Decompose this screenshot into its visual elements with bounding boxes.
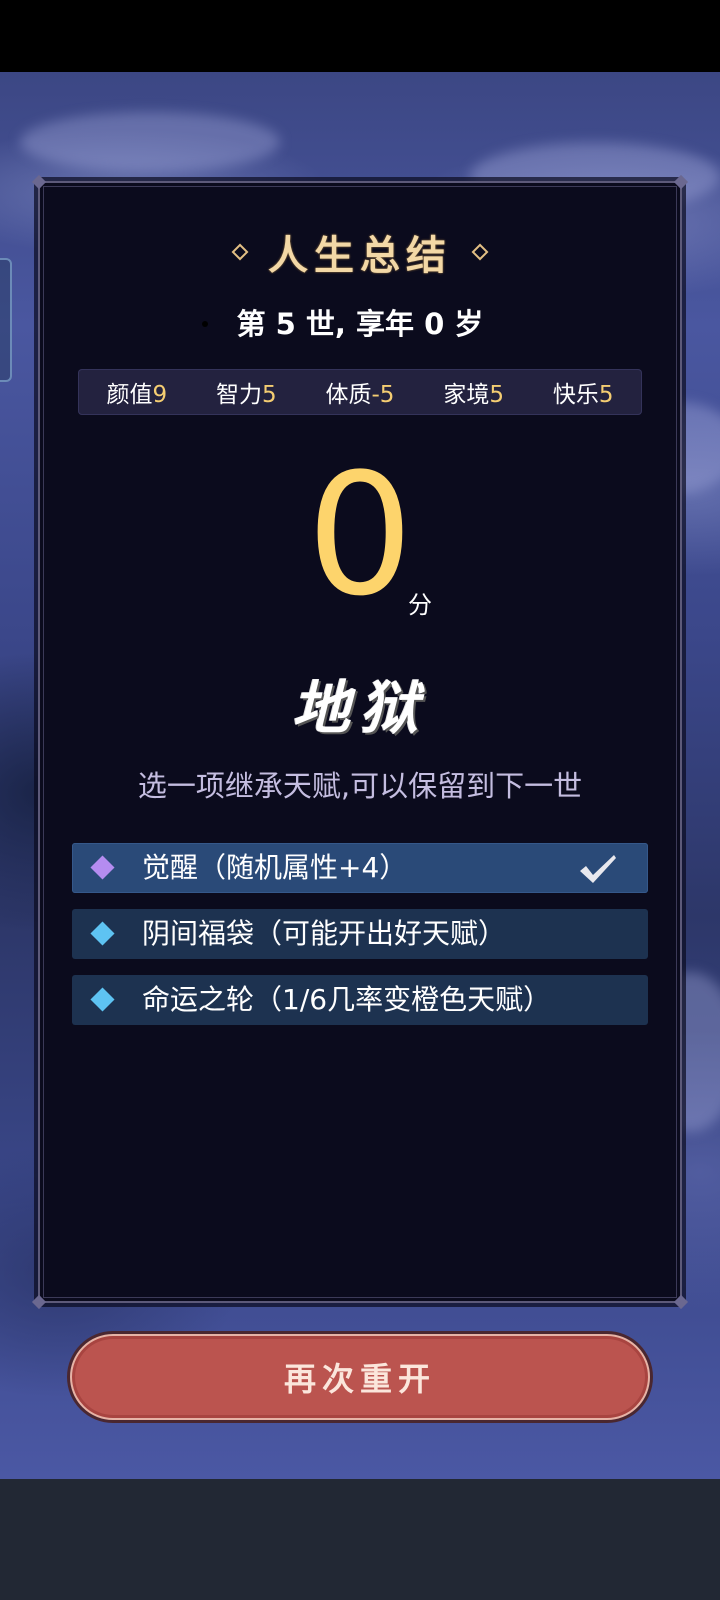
- talent-option-label: 觉醒（随机属性+4）: [142, 851, 408, 884]
- stat-constitution: 体质-5: [326, 375, 395, 409]
- talent-option-label: 命运之轮（1/6几率变橙色天赋）: [142, 983, 552, 1016]
- stat-name: 家境: [443, 382, 490, 408]
- stat-value: -5: [371, 382, 395, 408]
- stat-value: 5: [598, 382, 614, 408]
- restart-button[interactable]: 再次重开: [70, 1334, 650, 1420]
- inherit-prompt: 选一项继承天赋,可以保留到下一世: [137, 769, 583, 803]
- talent-option-lucky-bag[interactable]: 阴间福袋（可能开出好天赋）: [72, 909, 648, 959]
- diamond-icon: [90, 921, 115, 946]
- restart-button-label: 再次重开: [283, 1360, 436, 1398]
- stat-value: 9: [152, 382, 168, 408]
- stats-bar: 颜值9 智力5 体质-5 家境5 快乐5: [78, 369, 642, 415]
- stat-appearance: 颜值9: [106, 375, 167, 409]
- stat-value: 5: [489, 382, 504, 408]
- score-unit: 分: [408, 591, 432, 619]
- diamond-icon: [90, 855, 115, 880]
- stat-intelligence: 智力5: [216, 375, 277, 409]
- panel-title: 人生总结: [268, 232, 452, 279]
- cloud-decoration: [20, 112, 280, 172]
- life-summary-line: 第 5 世, 享年 0 岁: [236, 307, 484, 341]
- diamond-icon: [231, 243, 249, 261]
- stat-family: 家境5: [443, 375, 504, 409]
- stat-happiness: 快乐5: [553, 375, 614, 409]
- stat-name: 体质: [325, 382, 372, 408]
- side-tab[interactable]: [0, 258, 12, 382]
- stat-name: 智力: [215, 382, 262, 408]
- system-nav-bar: [0, 1479, 720, 1600]
- diamond-icon: [471, 243, 489, 261]
- score-value: 0: [306, 437, 414, 633]
- talent-option-awaken[interactable]: 觉醒（随机属性+4）: [72, 843, 648, 893]
- stat-name: 颜值: [106, 382, 153, 408]
- summary-panel: 人生总结 第 5 世, 享年 0 岁 颜值9 智力5 体质-5 家境5 快乐5 …: [31, 174, 689, 1310]
- check-icon: [580, 855, 616, 883]
- talent-option-wheel-of-fate[interactable]: 命运之轮（1/6几率变橙色天赋）: [72, 975, 648, 1025]
- diamond-icon: [90, 987, 115, 1012]
- talent-option-label: 阴间福袋（可能开出好天赋）: [142, 917, 507, 950]
- stat-value: 5: [261, 382, 277, 408]
- grade-label: 地狱: [291, 674, 428, 742]
- title-row: 人生总结: [40, 223, 680, 281]
- status-bar: [0, 0, 720, 72]
- talent-option-list: 觉醒（随机属性+4） 阴间福袋（可能开出好天赋） 命运之轮（1/6几率变橙色天赋…: [72, 843, 648, 1041]
- stat-name: 快乐: [552, 382, 599, 408]
